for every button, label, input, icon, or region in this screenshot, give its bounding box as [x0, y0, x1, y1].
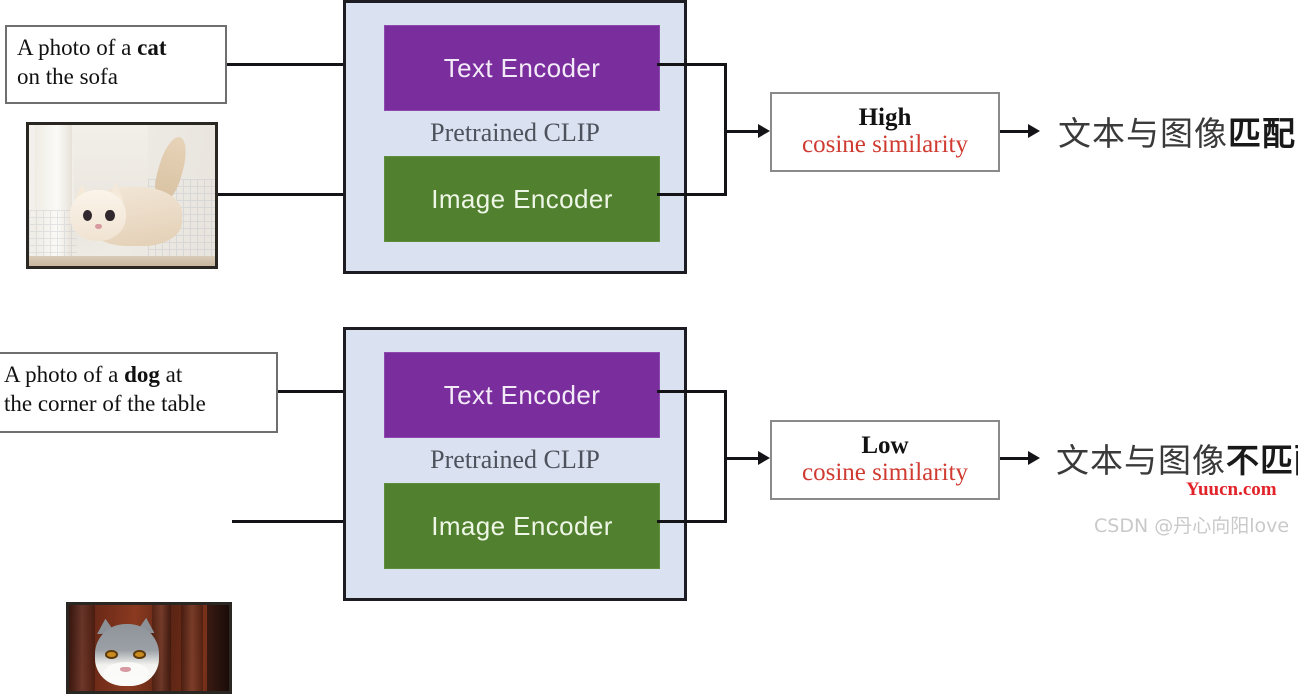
clip-caption-text: Pretrained CLIP — [430, 445, 600, 474]
text-encoder-label: Text Encoder — [443, 379, 601, 410]
photo-door-shadow — [206, 605, 229, 691]
prompt-box-dog: A photo of a dog at the corner of the ta… — [0, 352, 278, 433]
prompt-line-2: the corner of the table — [4, 391, 206, 417]
prompt-text-pre: A photo of a — [17, 35, 138, 60]
arrow-join-to-similarity — [758, 451, 770, 465]
photo-door-plank-3 — [181, 605, 204, 691]
connector-image-encoder-out — [657, 520, 727, 523]
photo-cat-eye-left — [82, 209, 93, 221]
clip-panel-row-2: Text Encoder Pretrained CLIP Image Encod… — [343, 327, 687, 601]
prompt-line-1: A photo of a dog at — [4, 360, 266, 389]
connector-join-to-similarity — [724, 130, 762, 133]
prompt-text-keyword: dog — [124, 362, 160, 387]
similarity-metric-low: cosine similarity — [802, 459, 968, 487]
photo-cat-eye-right — [105, 209, 115, 221]
similarity-level-low: Low — [861, 432, 909, 460]
connector-text-encoder-out — [657, 63, 727, 66]
clip-caption-row-1: Pretrained CLIP — [346, 118, 684, 148]
prompt-line-2: on the sofa — [17, 64, 118, 90]
watermark-site: Yuucn.com — [1186, 479, 1277, 500]
prompt-box-cat: A photo of a cat on the sofa — [5, 25, 227, 104]
image-encoder-label: Image Encoder — [431, 183, 613, 214]
result-label-match-strong: 匹配 — [1228, 114, 1296, 153]
clip-panel-row-1: Text Encoder Pretrained CLIP Image Encod… — [343, 0, 687, 274]
connector-similarity-to-result-1 — [1000, 130, 1030, 133]
watermark-author: CSDN @丹心向阳love — [1094, 515, 1290, 537]
connector-text-encoder-out — [657, 390, 727, 393]
text-encoder-label: Text Encoder — [443, 52, 601, 83]
result-label-mismatch-strong: 不匹配 — [1226, 441, 1298, 480]
photo-floor — [29, 256, 215, 266]
figure-canvas: A photo of a cat on the sofa Text Encode… — [0, 0, 1298, 694]
similarity-box-low: Low cosine similarity — [770, 420, 1000, 500]
result-label-mismatch: 文本与图像不匹配 — [1056, 434, 1298, 482]
arrow-similarity-to-result-2 — [1028, 451, 1040, 465]
photo-cat-eye-right — [133, 649, 146, 660]
similarity-level-high: High — [858, 104, 912, 132]
photo-cat-muzzle — [104, 661, 149, 685]
text-encoder-box-row-1[interactable]: Text Encoder — [384, 25, 660, 111]
connector-similarity-to-result-2 — [1000, 457, 1030, 460]
result-label-match: 文本与图像匹配 — [1058, 107, 1296, 155]
clip-caption-text: Pretrained CLIP — [430, 118, 600, 147]
arrow-similarity-to-result-1 — [1028, 124, 1040, 138]
photo-cat-on-sofa — [26, 122, 218, 269]
image-encoder-label: Image Encoder — [431, 510, 613, 541]
result-label-mismatch-pre: 文本与图像 — [1056, 441, 1226, 480]
similarity-metric-high: cosine similarity — [802, 131, 968, 159]
prompt-line-1: A photo of a cat — [17, 33, 215, 62]
text-encoder-box-row-2[interactable]: Text Encoder — [384, 352, 660, 438]
connector-image-encoder-out — [657, 193, 727, 196]
photo-cat-head — [69, 189, 126, 241]
arrow-join-to-similarity — [758, 124, 770, 138]
connector-join-to-similarity — [724, 457, 762, 460]
image-encoder-box-row-2[interactable]: Image Encoder — [384, 483, 660, 569]
image-encoder-box-row-1[interactable]: Image Encoder — [384, 156, 660, 242]
similarity-box-high: High cosine similarity — [770, 92, 1000, 172]
result-label-match-pre: 文本与图像 — [1058, 114, 1228, 153]
prompt-text-post: at — [159, 362, 183, 387]
photo-door-plank-1 — [69, 605, 95, 691]
prompt-text-keyword: cat — [137, 35, 167, 60]
prompt-text-pre: A photo of a — [4, 362, 125, 387]
photo-cat-eye-left — [105, 649, 118, 660]
clip-caption-row-2: Pretrained CLIP — [346, 445, 684, 475]
connector-photo-to-image-encoder — [218, 193, 363, 196]
photo-cat-at-door — [66, 602, 232, 694]
